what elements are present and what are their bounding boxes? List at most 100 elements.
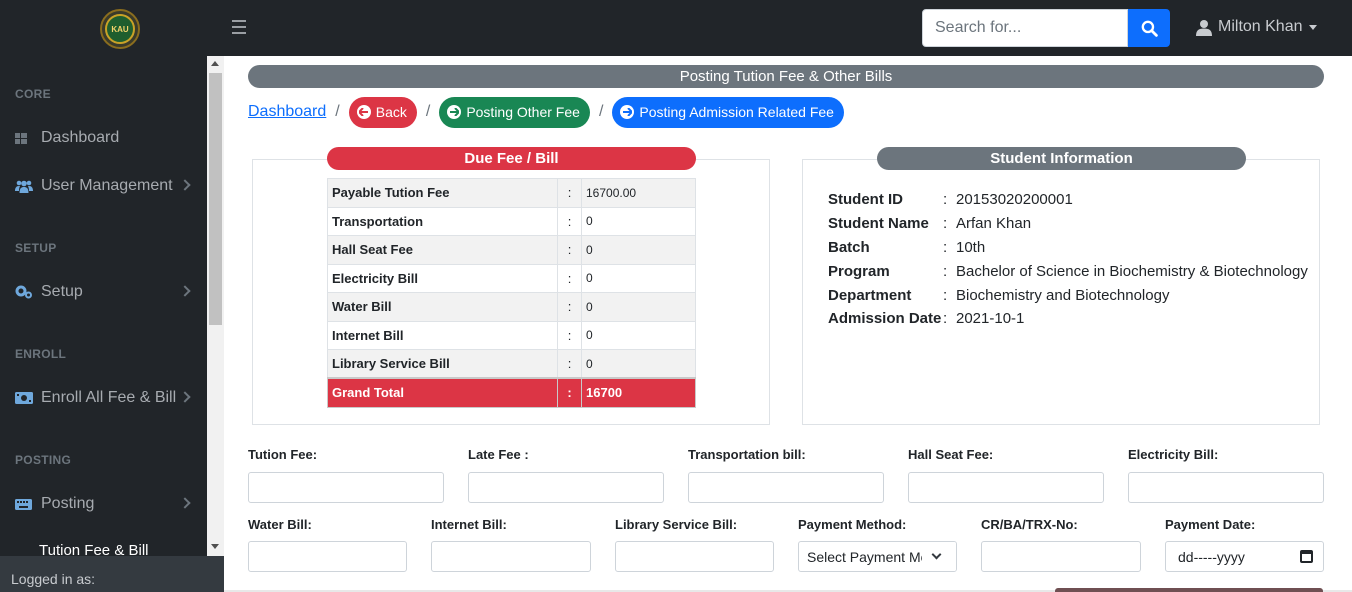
posting-other-fee-label: Posting Other Fee <box>466 104 580 120</box>
due-fee-title: Due Fee / Bill <box>327 147 696 170</box>
chevron-right-icon <box>179 179 191 191</box>
sidebar-scrollbar[interactable] <box>207 56 224 556</box>
water-bill-label: Water Bill: <box>248 517 312 532</box>
fee-label: Library Service Bill <box>327 349 558 379</box>
grand-total-label: Grand Total <box>327 377 558 408</box>
chevron-right-icon <box>179 285 191 297</box>
info-value: 2021-10-1 <box>956 310 1025 328</box>
fee-separator: : <box>557 235 582 265</box>
transportation-bill-input[interactable] <box>688 472 884 503</box>
money-icon <box>15 392 33 404</box>
info-value: Biochemistry and Biotechnology <box>956 286 1170 304</box>
grand-total-value: 16700 <box>581 377 696 408</box>
logo-text: KAU <box>105 14 135 44</box>
fee-separator: : <box>557 263 582 293</box>
scroll-up-arrow-icon[interactable] <box>211 61 219 66</box>
fee-label: Water Bill <box>327 292 558 322</box>
posting-admission-fee-label: Posting Admission Related Fee <box>639 104 834 120</box>
search-button[interactable] <box>1128 9 1170 47</box>
library-service-bill-input[interactable] <box>615 541 774 572</box>
fee-value: 0 <box>581 349 696 379</box>
sidebar-item-posting[interactable]: Posting <box>15 492 195 516</box>
sidebar-item-label: Dashboard <box>41 129 120 146</box>
late-fee-input[interactable] <box>468 472 664 503</box>
submit-button[interactable] <box>1055 588 1323 592</box>
fee-value: 0 <box>581 292 696 322</box>
sidebar-item-label: User Management <box>41 177 173 194</box>
fee-separator: : <box>557 320 582 350</box>
sidebar-item-label: Posting <box>41 495 95 512</box>
users-icon <box>15 180 33 193</box>
table-icon <box>15 132 33 144</box>
internet-bill-input[interactable] <box>431 541 591 572</box>
sidebar-heading-posting: POSTING <box>15 453 72 467</box>
payment-date-label: Payment Date: <box>1165 517 1256 532</box>
info-key: Department <box>828 286 912 304</box>
table-row: Transportation:0 <box>327 206 696 236</box>
chevron-right-icon <box>179 497 191 509</box>
fee-separator: : <box>557 292 582 322</box>
back-button-label: Back <box>375 104 407 120</box>
posting-admission-fee-button[interactable]: Posting Admission Related Fee <box>612 96 844 128</box>
keyboard-icon <box>15 498 33 510</box>
sidebar-heading-core: CORE <box>15 87 51 101</box>
trx-no-input[interactable] <box>981 541 1141 572</box>
fee-value: 0 <box>581 235 696 265</box>
user-icon <box>1196 19 1212 36</box>
payment-method-select[interactable]: Select Payment Method <box>798 541 957 572</box>
hall-seat-fee-input[interactable] <box>908 472 1104 503</box>
user-dropdown[interactable]: Milton Khan <box>1196 18 1317 36</box>
fee-value: 0 <box>581 263 696 293</box>
arrow-right-circle-icon <box>447 105 462 119</box>
user-name: Milton Khan <box>1218 18 1303 35</box>
info-value: 10th <box>956 238 986 256</box>
fee-label: Hall Seat Fee <box>327 235 558 265</box>
student-info-row: Student Name: Arfan Khan <box>828 215 1032 233</box>
breadcrumb-separator: / <box>425 103 431 120</box>
info-key: Admission Date <box>828 310 942 328</box>
scroll-thumb[interactable] <box>209 73 222 325</box>
sidebar-heading-setup: SETUP <box>15 241 57 255</box>
transportation-bill-label: Transportation bill: <box>688 447 806 462</box>
fee-separator: : <box>557 178 582 208</box>
info-value: 20153020200001 <box>956 191 1073 209</box>
back-button[interactable]: Back <box>348 96 417 128</box>
sidebar-item-dashboard[interactable]: Dashboard <box>15 126 195 150</box>
search-input[interactable] <box>922 9 1128 47</box>
tution-fee-input[interactable] <box>248 472 444 503</box>
search-form <box>922 9 1170 47</box>
scroll-down-arrow-icon[interactable] <box>211 544 219 549</box>
university-logo[interactable]: KAU <box>100 9 140 49</box>
sidebar-item-setup[interactable]: Setup <box>15 280 195 304</box>
sidebar-item-user-management[interactable]: User Management <box>15 174 195 198</box>
sidebar-toggle-icon[interactable] <box>232 20 246 34</box>
info-key: Student Name <box>828 215 929 233</box>
fee-label: Electricity Bill <box>327 263 558 293</box>
info-key: Batch <box>828 238 870 256</box>
student-info-row: Program: Bachelor of Science in Biochemis… <box>828 262 1308 280</box>
info-key: Program <box>828 262 890 280</box>
posting-other-fee-button[interactable]: Posting Other Fee <box>439 96 590 128</box>
electricity-bill-input[interactable] <box>1128 472 1324 503</box>
fee-label: Transportation <box>327 206 558 236</box>
caret-down-icon <box>1308 24 1317 30</box>
sidebar-footer: Logged in as: <box>0 556 224 592</box>
student-info-row: Admission Date:2021-10-1 <box>828 310 1025 328</box>
arrow-right-circle-icon <box>620 105 635 119</box>
student-info-list: Student ID:20153020200001 Student Name: A… <box>828 188 1308 331</box>
student-info-row: Department: Biochemistry and Biotechnolog… <box>828 286 1170 304</box>
breadcrumb-dashboard-link[interactable]: Dashboard <box>248 103 326 121</box>
breadcrumb: Dashboard / Back / Posting Other Fee / P… <box>248 96 844 128</box>
fee-separator: : <box>557 377 582 408</box>
sidebar-item-label: Enroll All Fee & Bill <box>41 389 177 406</box>
table-row: Electricity Bill:0 <box>327 263 696 293</box>
payment-date-input[interactable]: dd-----yyyy <box>1165 541 1324 572</box>
due-fee-table: Payable Tution Fee:16700.00 Transportati… <box>327 178 696 408</box>
student-info-row: Batch:10th <box>828 238 986 256</box>
table-row: Water Bill:0 <box>327 292 696 322</box>
sidebar-heading-enroll: ENROLL <box>15 347 67 361</box>
calendar-icon[interactable] <box>1300 550 1313 563</box>
sidebar-item-enroll[interactable]: Enroll All Fee & Bill <box>15 386 195 410</box>
student-info-row: Student ID:20153020200001 <box>828 191 1073 209</box>
water-bill-input[interactable] <box>248 541 407 572</box>
